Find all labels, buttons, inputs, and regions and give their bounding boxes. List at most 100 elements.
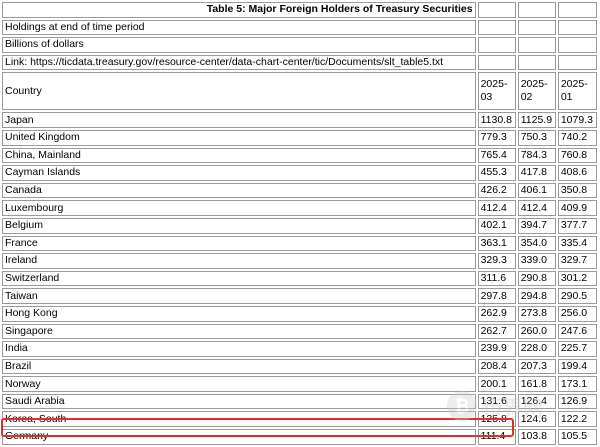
value-cell[interactable]: 339.0 xyxy=(517,253,556,269)
table-row: Canada 426.2 406.1 350.8 xyxy=(2,182,597,199)
country-cell[interactable]: Cayman Islands xyxy=(2,165,476,181)
table-row: Luxembourg 412.4 412.4 409.9 xyxy=(2,200,597,216)
value-cell[interactable]: 740.2 xyxy=(557,129,597,146)
value-cell[interactable]: 350.8 xyxy=(557,182,597,199)
value-cell[interactable]: 290.5 xyxy=(557,288,597,304)
country-cell[interactable]: Korea, South xyxy=(2,411,476,428)
value-cell[interactable]: 354.0 xyxy=(517,235,556,252)
table-row: United Kingdom 779.3 750.3 740.2 xyxy=(2,129,597,146)
country-cell[interactable]: France xyxy=(2,235,476,252)
period-header[interactable]: 2025- 03 xyxy=(477,72,516,111)
value-cell[interactable]: 228.0 xyxy=(517,341,556,357)
value-cell[interactable]: 126.4 xyxy=(517,393,556,410)
country-cell[interactable]: Brazil xyxy=(2,358,476,375)
country-cell[interactable]: Canada xyxy=(2,182,476,199)
table-row: Taiwan 297.8 294.8 290.5 xyxy=(2,288,597,304)
value-cell[interactable]: 394.7 xyxy=(517,217,556,234)
country-cell[interactable]: Norway xyxy=(2,376,476,392)
value-cell[interactable]: 173.1 xyxy=(557,376,597,392)
country-cell[interactable]: Germany xyxy=(2,429,476,445)
value-cell[interactable]: 750.3 xyxy=(517,129,556,146)
country-cell[interactable]: Switzerland xyxy=(2,270,476,287)
value-cell[interactable]: 363.1 xyxy=(477,235,516,252)
table-row: Korea, South 125.8 124.6 122.2 xyxy=(2,411,597,428)
value-cell[interactable]: 760.8 xyxy=(557,147,597,164)
country-cell[interactable]: Belgium xyxy=(2,217,476,234)
period-header[interactable]: 2025- 01 xyxy=(557,72,597,111)
value-cell[interactable]: 1130.8 xyxy=(477,112,516,128)
table-row: Singapore 262.7 260.0 247.6 xyxy=(2,323,597,340)
value-cell[interactable]: 131.6 xyxy=(477,393,516,410)
value-cell[interactable]: 329.3 xyxy=(477,253,516,269)
table-row: Germany 111.4 103.8 105.5 xyxy=(2,429,597,445)
value-cell[interactable]: 311.6 xyxy=(477,270,516,287)
table-row: Saudi Arabia 131.6 126.4 126.9 xyxy=(2,393,597,410)
value-cell[interactable]: 225.7 xyxy=(557,341,597,357)
value-cell[interactable]: 256.0 xyxy=(557,305,597,322)
value-cell[interactable]: 301.2 xyxy=(557,270,597,287)
value-cell[interactable]: 294.8 xyxy=(517,288,556,304)
value-cell[interactable]: 262.9 xyxy=(477,305,516,322)
value-cell[interactable]: 124.6 xyxy=(517,411,556,428)
value-cell[interactable]: 207.3 xyxy=(517,358,556,375)
value-cell[interactable]: 273.8 xyxy=(517,305,556,322)
value-cell[interactable]: 161.8 xyxy=(517,376,556,392)
value-cell[interactable]: 111.4 xyxy=(477,429,516,445)
holdings-note[interactable]: Holdings at end of time period xyxy=(2,19,476,36)
country-cell[interactable]: United Kingdom xyxy=(2,129,476,146)
value-cell[interactable]: 329.7 xyxy=(557,253,597,269)
value-cell[interactable]: 239.9 xyxy=(477,341,516,357)
period-header[interactable]: 2025- 02 xyxy=(517,72,556,111)
country-cell[interactable]: Ireland xyxy=(2,253,476,269)
table-row: France 363.1 354.0 335.4 xyxy=(2,235,597,252)
value-cell[interactable]: 784.3 xyxy=(517,147,556,164)
value-cell[interactable]: 412.4 xyxy=(517,200,556,216)
table-title[interactable]: Table 5: Major Foreign Holders of Treasu… xyxy=(2,2,476,18)
table-row: Ireland 329.3 339.0 329.7 xyxy=(2,253,597,269)
value-cell[interactable]: 103.8 xyxy=(517,429,556,445)
value-cell[interactable]: 455.3 xyxy=(477,165,516,181)
table-row: India 239.9 228.0 225.7 xyxy=(2,341,597,357)
value-cell[interactable]: 199.4 xyxy=(557,358,597,375)
value-cell[interactable]: 377.7 xyxy=(557,217,597,234)
value-cell[interactable]: 297.8 xyxy=(477,288,516,304)
units-note[interactable]: Billions of dollars xyxy=(2,37,476,53)
country-cell[interactable]: India xyxy=(2,341,476,357)
country-cell[interactable]: Singapore xyxy=(2,323,476,340)
value-cell[interactable]: 247.6 xyxy=(557,323,597,340)
table-row: Hong Kong 262.9 273.8 256.0 xyxy=(2,305,597,322)
table-row: Brazil 208.4 207.3 199.4 xyxy=(2,358,597,375)
country-cell[interactable]: China, Mainland xyxy=(2,147,476,164)
value-cell[interactable]: 125.8 xyxy=(477,411,516,428)
value-cell[interactable]: 105.5 xyxy=(557,429,597,445)
table-row: Cayman Islands 455.3 417.8 408.6 xyxy=(2,165,597,181)
table-row: Switzerland 311.6 290.8 301.2 xyxy=(2,270,597,287)
value-cell[interactable]: 122.2 xyxy=(557,411,597,428)
value-cell[interactable]: 200.1 xyxy=(477,376,516,392)
country-cell[interactable]: Taiwan xyxy=(2,288,476,304)
value-cell[interactable]: 417.8 xyxy=(517,165,556,181)
value-cell[interactable]: 335.4 xyxy=(557,235,597,252)
source-link[interactable]: Link: https://ticdata.treasury.gov/resou… xyxy=(2,54,476,71)
value-cell[interactable]: 406.1 xyxy=(517,182,556,199)
country-cell[interactable]: Japan xyxy=(2,112,476,128)
value-cell[interactable]: 1125.9 xyxy=(517,112,556,128)
country-cell[interactable]: Hong Kong xyxy=(2,305,476,322)
country-cell[interactable]: Luxembourg xyxy=(2,200,476,216)
value-cell[interactable]: 260.0 xyxy=(517,323,556,340)
value-cell[interactable]: 408.6 xyxy=(557,165,597,181)
country-cell[interactable]: Saudi Arabia xyxy=(2,393,476,410)
value-cell[interactable]: 262.7 xyxy=(477,323,516,340)
value-cell[interactable]: 409.9 xyxy=(557,200,597,216)
value-cell[interactable]: 765.4 xyxy=(477,147,516,164)
value-cell[interactable]: 426.2 xyxy=(477,182,516,199)
country-header[interactable]: Country xyxy=(2,72,476,111)
value-cell[interactable]: 779.3 xyxy=(477,129,516,146)
value-cell[interactable]: 402.1 xyxy=(477,217,516,234)
value-cell[interactable]: 412.4 xyxy=(477,200,516,216)
value-cell[interactable]: 290.8 xyxy=(517,270,556,287)
table-row: China, Mainland 765.4 784.3 760.8 xyxy=(2,147,597,164)
value-cell[interactable]: 126.9 xyxy=(557,393,597,410)
value-cell[interactable]: 1079.3 xyxy=(557,112,597,128)
value-cell[interactable]: 208.4 xyxy=(477,358,516,375)
